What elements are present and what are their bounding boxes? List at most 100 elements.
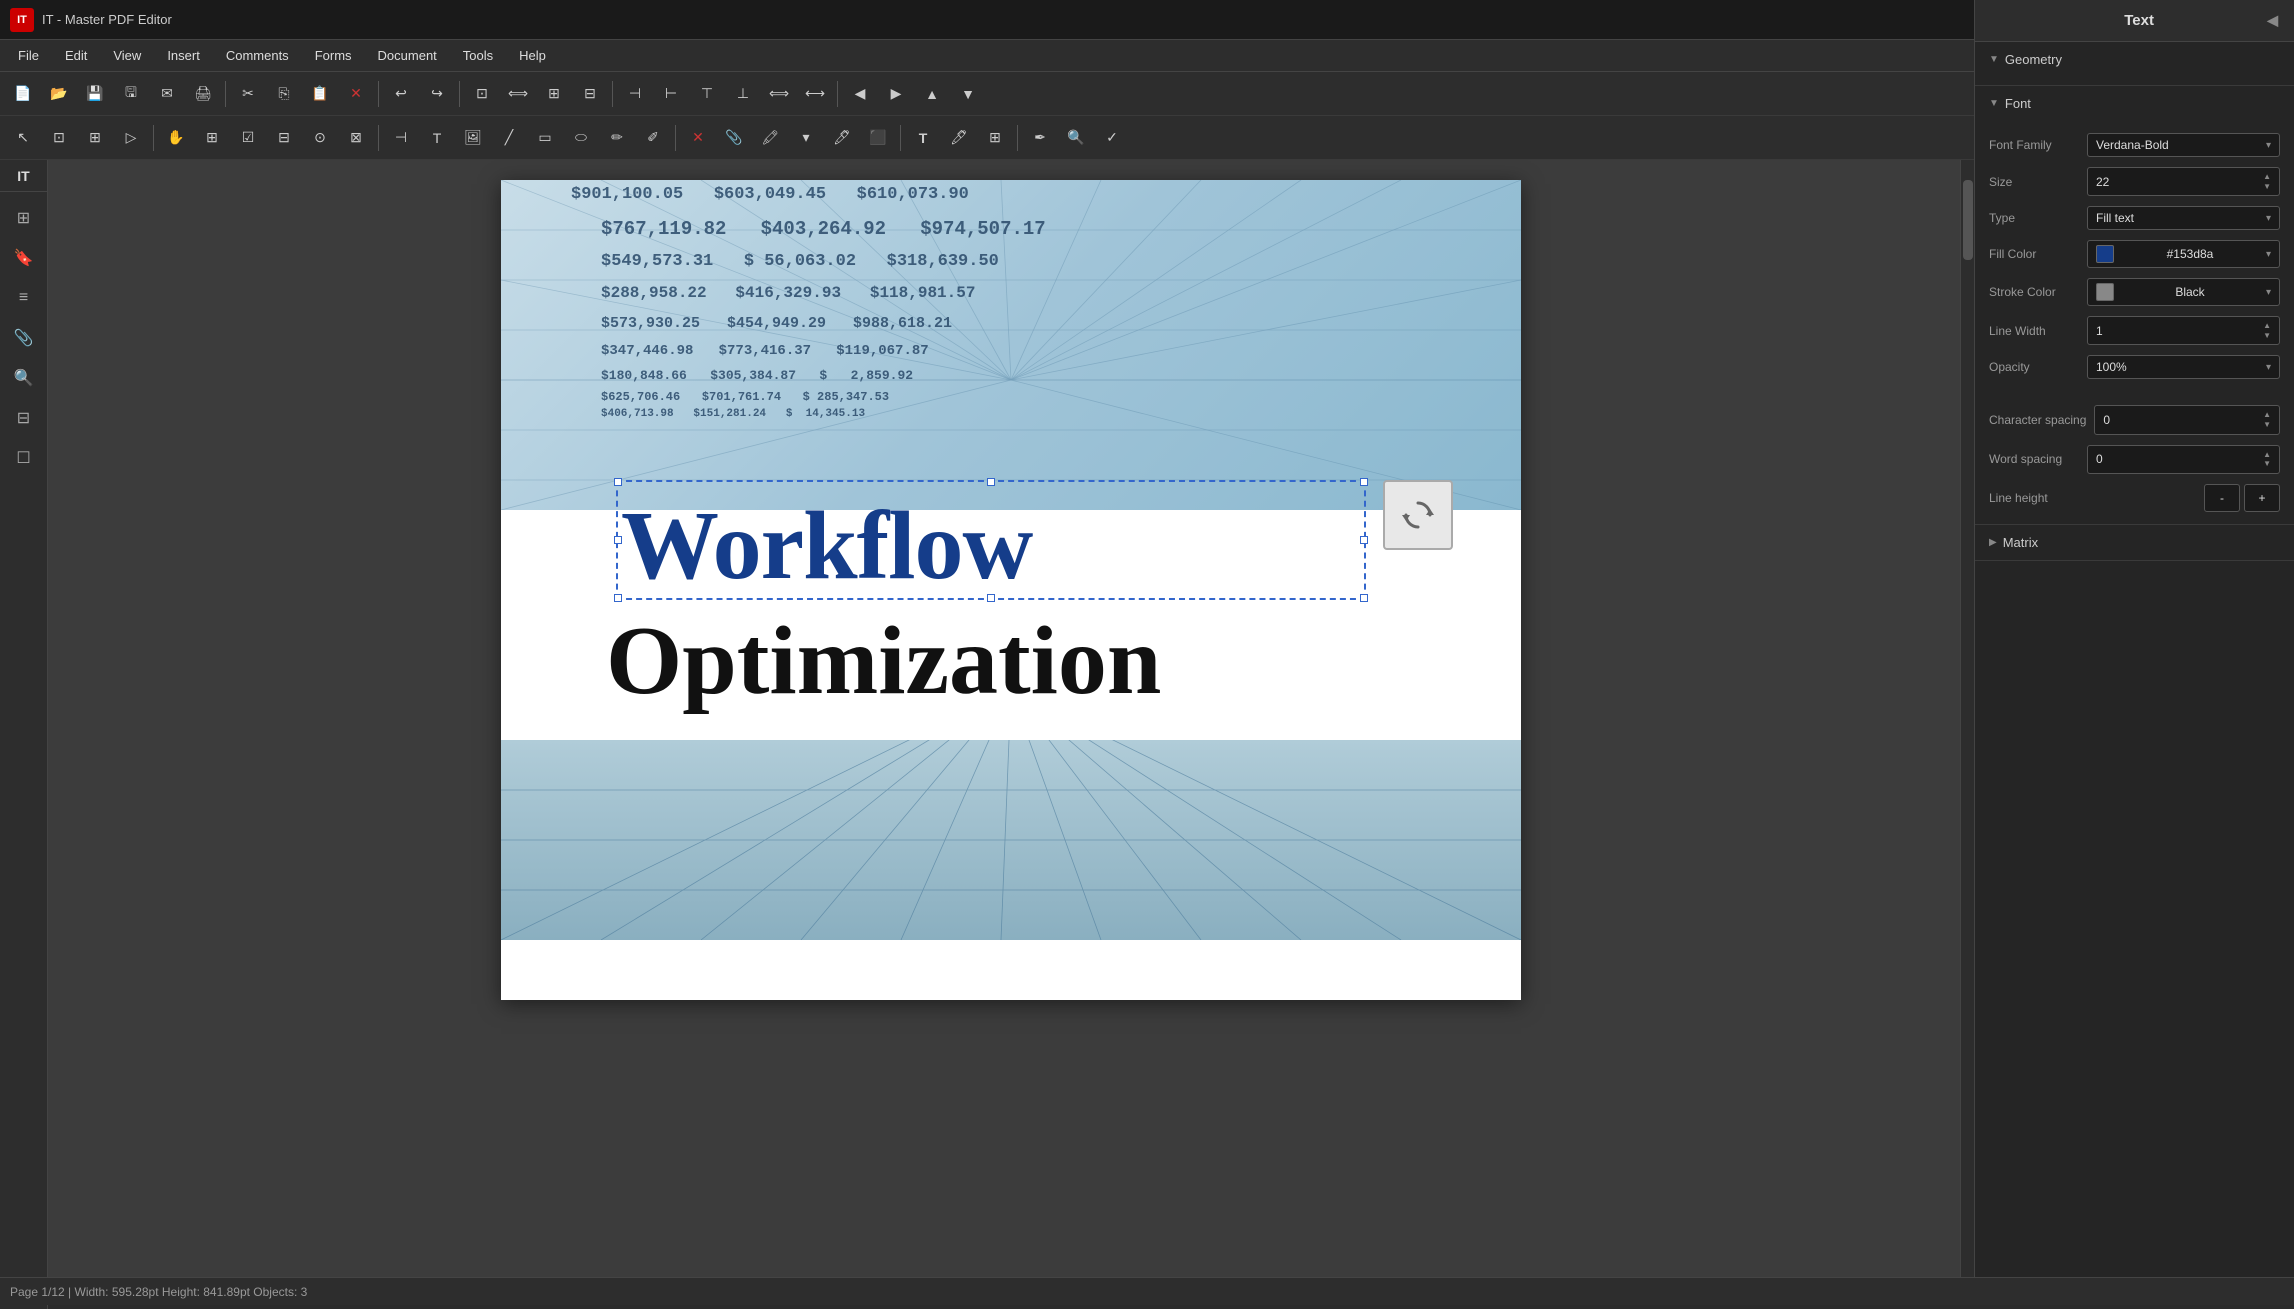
line-height-plus-button[interactable]: + <box>2244 484 2280 512</box>
redo-button[interactable]: ↪ <box>420 77 454 111</box>
new-button[interactable]: 📄 <box>6 77 40 111</box>
rect-tool[interactable]: ▭ <box>528 121 562 155</box>
select-tool[interactable]: ↖ <box>6 121 40 155</box>
table-tool[interactable]: ⊞ <box>195 121 229 155</box>
pen-tool[interactable]: ✏ <box>600 121 634 155</box>
menu-file[interactable]: File <box>6 44 51 67</box>
menu-document[interactable]: Document <box>366 44 449 67</box>
next-button[interactable]: ▶ <box>879 77 913 111</box>
align-center-button[interactable]: ⊢ <box>654 77 688 111</box>
char-spacing-spinner[interactable]: ▲ ▼ <box>2263 410 2271 429</box>
sign-tool[interactable]: ✒ <box>1023 121 1057 155</box>
print-button[interactable]: 🖨 <box>186 77 220 111</box>
redact-tool[interactable]: ⬛ <box>861 121 895 155</box>
handle-mid-right[interactable] <box>1360 536 1368 544</box>
align-left-button[interactable]: ⊣ <box>618 77 652 111</box>
menu-help[interactable]: Help <box>507 44 558 67</box>
sidebar-bookmarks[interactable]: 🔖 <box>6 240 42 276</box>
ink-tool[interactable]: 🖊 <box>825 121 859 155</box>
paste-button[interactable]: 📋 <box>303 77 337 111</box>
text-tool[interactable]: T <box>420 121 454 155</box>
signature-tool[interactable]: 🖊 <box>942 121 976 155</box>
text-field-tool[interactable]: T <box>906 121 940 155</box>
undo-button[interactable]: ↩ <box>384 77 418 111</box>
handle-bottom-right[interactable] <box>1360 594 1368 602</box>
highlight-tool[interactable]: 🖍 <box>753 121 787 155</box>
pdf-canvas[interactable]: .pline{stroke:#4a7a9b;stroke-width:0.8;o… <box>501 180 1521 1000</box>
save-button[interactable]: 💾 <box>78 77 112 111</box>
fit-width-button[interactable]: ⟺ <box>501 77 535 111</box>
menu-insert[interactable]: Insert <box>155 44 212 67</box>
sidebar-pages[interactable]: ⊞ <box>6 200 42 236</box>
open-button[interactable]: 📂 <box>42 77 76 111</box>
font-family-value[interactable]: Verdana-Bold ▾ <box>2087 133 2280 157</box>
sidebar-content[interactable]: ⊟ <box>6 400 42 436</box>
scroll-thumb[interactable] <box>1963 180 1973 260</box>
line-width-spinner[interactable]: ▲ ▼ <box>2263 321 2271 340</box>
stroke-color-value[interactable]: Black ▾ <box>2087 278 2280 306</box>
sidebar-attachments[interactable]: 📎 <box>6 320 42 356</box>
image-tool[interactable]: 🖼 <box>456 121 490 155</box>
matrix-header[interactable]: ▶ Matrix <box>1975 525 2294 560</box>
word-spacing-value[interactable]: 0 ▲ ▼ <box>2087 445 2280 474</box>
char-spacing-value[interactable]: 0 ▲ ▼ <box>2094 405 2280 434</box>
menu-view[interactable]: View <box>101 44 153 67</box>
align-right-button[interactable]: ⊤ <box>690 77 724 111</box>
panel-collapse-icon[interactable]: ◀ <box>2267 12 2278 29</box>
select-text-tool[interactable]: ▷ <box>114 121 148 155</box>
hand-tool[interactable]: ✋ <box>159 121 193 155</box>
size-value[interactable]: 22 ▲ ▼ <box>2087 167 2280 196</box>
form-btn[interactable]: ⊟ <box>267 121 301 155</box>
align-top-button[interactable]: ⊥ <box>726 77 760 111</box>
view-tool[interactable]: ⊞ <box>978 121 1012 155</box>
crop-tool[interactable]: ⊡ <box>42 121 76 155</box>
attach-tool[interactable]: 📎 <box>717 121 751 155</box>
line-tool[interactable]: ╱ <box>492 121 526 155</box>
form-radio[interactable]: ⊙ <box>303 121 337 155</box>
zoom-in-button[interactable]: ⊞ <box>537 77 571 111</box>
fit-page-button[interactable]: ⊡ <box>465 77 499 111</box>
up-button[interactable]: ▲ <box>915 77 949 111</box>
cut-button[interactable]: ✂ <box>231 77 265 111</box>
underline-tool[interactable]: ▾ <box>789 121 823 155</box>
ellipse-tool[interactable]: ⬭ <box>564 121 598 155</box>
zoom-out-button[interactable]: ⊟ <box>573 77 607 111</box>
opacity-value[interactable]: 100% ▾ <box>2087 355 2280 379</box>
handle-top-mid[interactable] <box>987 478 995 486</box>
align-tool[interactable]: ⊣ <box>384 121 418 155</box>
geometry-header[interactable]: ▼ Geometry <box>1975 42 2294 77</box>
down-button[interactable]: ▼ <box>951 77 985 111</box>
menu-comments[interactable]: Comments <box>214 44 301 67</box>
menu-edit[interactable]: Edit <box>53 44 99 67</box>
menu-tools[interactable]: Tools <box>451 44 505 67</box>
pencil-tool[interactable]: ✐ <box>636 121 670 155</box>
line-width-value[interactable]: 1 ▲ ▼ <box>2087 316 2280 345</box>
form-check[interactable]: ☑ <box>231 121 265 155</box>
type-value[interactable]: Fill text ▾ <box>2087 206 2280 230</box>
distribute-h-button[interactable]: ⟺ <box>762 77 796 111</box>
transform-tool[interactable]: ⊞ <box>78 121 112 155</box>
canvas-scrollbar[interactable] <box>1960 160 1974 1277</box>
stamp-tool[interactable]: ✕ <box>681 121 715 155</box>
size-spinner[interactable]: ▲ ▼ <box>2263 172 2271 191</box>
sidebar-layers[interactable]: ≡ <box>6 280 42 316</box>
search-tool[interactable]: 🔍 <box>1059 121 1093 155</box>
prev-button[interactable]: ◀ <box>843 77 877 111</box>
check-tool[interactable]: ✓ <box>1095 121 1129 155</box>
sidebar-search[interactable]: 🔍 <box>6 360 42 396</box>
sidebar-fields[interactable]: ☐ <box>6 440 42 476</box>
handle-top-left[interactable] <box>614 478 622 486</box>
line-height-minus-button[interactable]: - <box>2204 484 2240 512</box>
word-spacing-spinner[interactable]: ▲ ▼ <box>2263 450 2271 469</box>
copy-button[interactable]: ⎘ <box>267 77 301 111</box>
email-button[interactable]: ✉ <box>150 77 184 111</box>
optimization-text[interactable]: Optimization <box>606 605 1161 717</box>
handle-top-right[interactable] <box>1360 478 1368 486</box>
rotate-handle[interactable] <box>1383 480 1453 550</box>
font-header[interactable]: ▼ Font <box>1975 86 2294 121</box>
fill-color-value[interactable]: #153d8a ▾ <box>2087 240 2280 268</box>
form-field[interactable]: ⊠ <box>339 121 373 155</box>
workflow-text[interactable]: Workflow <box>621 490 1032 602</box>
distribute-v-button[interactable]: ⟷ <box>798 77 832 111</box>
menu-forms[interactable]: Forms <box>303 44 364 67</box>
